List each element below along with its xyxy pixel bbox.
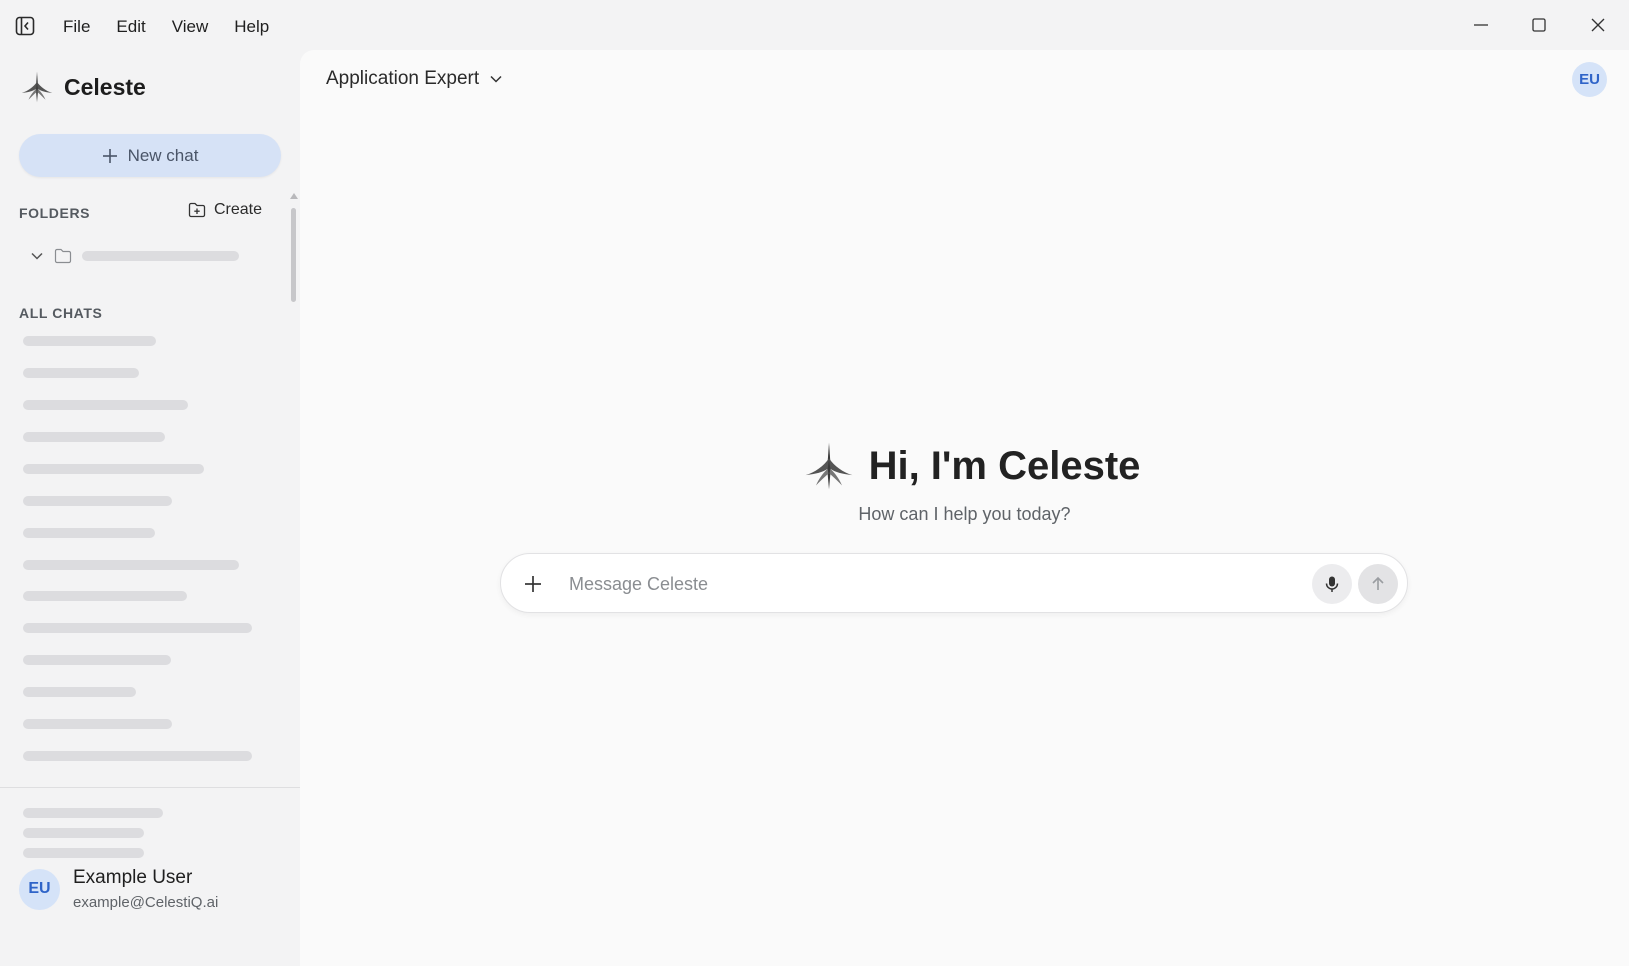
sidebar-scrollbar-thumb[interactable]	[291, 208, 296, 302]
arrow-up-icon	[1372, 576, 1384, 590]
menu-file[interactable]: File	[50, 14, 103, 40]
greeting-subtitle: How can I help you today?	[858, 504, 1071, 524]
chat-item-placeholder[interactable]	[23, 591, 187, 601]
chat-item-placeholder[interactable]	[23, 400, 188, 410]
chat-item-placeholder[interactable]	[23, 432, 165, 442]
close-icon	[1591, 18, 1605, 32]
avatar: EU	[19, 868, 60, 910]
new-chat-button[interactable]: New chat	[19, 134, 281, 177]
greeting-title: Hi, I'm Celeste	[868, 443, 1141, 488]
welcome-hero: Hi, I'm Celeste How can I help you today…	[300, 440, 1629, 525]
maximize-icon	[1532, 18, 1546, 32]
model-selector[interactable]: Application Expert	[326, 68, 503, 90]
user-info: Example User example@CelestiQ.ai	[73, 867, 218, 911]
microphone-icon	[1325, 576, 1339, 592]
brand: Celeste	[20, 70, 146, 104]
user-name: Example User	[73, 867, 193, 888]
sidebar: Celeste New chat FOLDERS Create ALL CHAT…	[0, 50, 300, 966]
plus-icon	[525, 576, 541, 592]
footer-link-placeholder[interactable]	[23, 808, 163, 818]
folder-item[interactable]	[30, 244, 262, 268]
celeste-logo-icon	[21, 71, 53, 103]
minimize-icon	[1474, 24, 1488, 26]
plus-icon	[102, 148, 117, 163]
message-composer	[500, 553, 1408, 613]
menu-help[interactable]: Help	[221, 14, 282, 40]
chat-item-placeholder[interactable]	[23, 464, 204, 474]
title-bar: File Edit View Help	[0, 0, 1629, 50]
chat-item-placeholder[interactable]	[23, 528, 155, 538]
folder-name-placeholder	[82, 251, 239, 261]
chat-item-placeholder[interactable]	[23, 719, 172, 729]
chevron-down-icon	[490, 75, 502, 83]
chat-item-placeholder[interactable]	[23, 687, 136, 697]
folder-icon	[54, 248, 72, 264]
app-window: File Edit View Help Celeste New chat FOL…	[0, 0, 1629, 966]
chat-item-placeholder[interactable]	[23, 336, 156, 346]
user-email: example@CelestiQ.ai	[73, 894, 219, 911]
hero-title-row: Hi, I'm Celeste	[803, 440, 1141, 492]
footer-link-placeholder[interactable]	[23, 828, 144, 838]
menu-view[interactable]: View	[159, 14, 222, 40]
chat-item-placeholder[interactable]	[23, 655, 171, 665]
main-panel: Application Expert EU Hi, I'm Celeste Ho…	[300, 50, 1629, 966]
model-name: Application Expert	[326, 68, 480, 89]
new-chat-label: New chat	[127, 145, 199, 165]
attach-button[interactable]	[515, 566, 551, 602]
close-button[interactable]	[1581, 10, 1615, 40]
celeste-logo-icon	[805, 442, 852, 490]
chevron-down-icon	[31, 252, 43, 260]
sidebar-divider	[0, 787, 300, 788]
message-input[interactable]	[569, 568, 1269, 600]
menu-bar: File Edit View Help	[50, 14, 282, 40]
chat-item-placeholder[interactable]	[23, 496, 172, 506]
sidebar-toggle-icon[interactable]	[14, 15, 36, 37]
voice-input-button[interactable]	[1312, 564, 1352, 604]
send-button[interactable]	[1358, 564, 1398, 604]
chat-item-placeholder[interactable]	[23, 560, 239, 570]
create-label: Create	[214, 201, 263, 218]
menu-edit[interactable]: Edit	[103, 14, 158, 40]
folders-heading: FOLDERS	[19, 205, 91, 221]
chat-item-placeholder[interactable]	[23, 751, 252, 761]
chat-item-placeholder[interactable]	[23, 368, 139, 378]
user-profile[interactable]: EU Example User example@CelestiQ.ai	[19, 867, 218, 911]
create-folder-button[interactable]: Create	[188, 201, 262, 219]
minimize-button[interactable]	[1464, 10, 1498, 40]
folder-plus-icon	[188, 202, 206, 218]
chat-item-placeholder[interactable]	[23, 623, 252, 633]
all-chats-heading: ALL CHATS	[19, 305, 103, 321]
account-avatar[interactable]: EU	[1572, 62, 1607, 97]
maximize-button[interactable]	[1522, 10, 1556, 40]
brand-name: Celeste	[64, 73, 146, 100]
scroll-up-arrow[interactable]	[290, 193, 298, 199]
footer-link-placeholder[interactable]	[23, 848, 144, 858]
